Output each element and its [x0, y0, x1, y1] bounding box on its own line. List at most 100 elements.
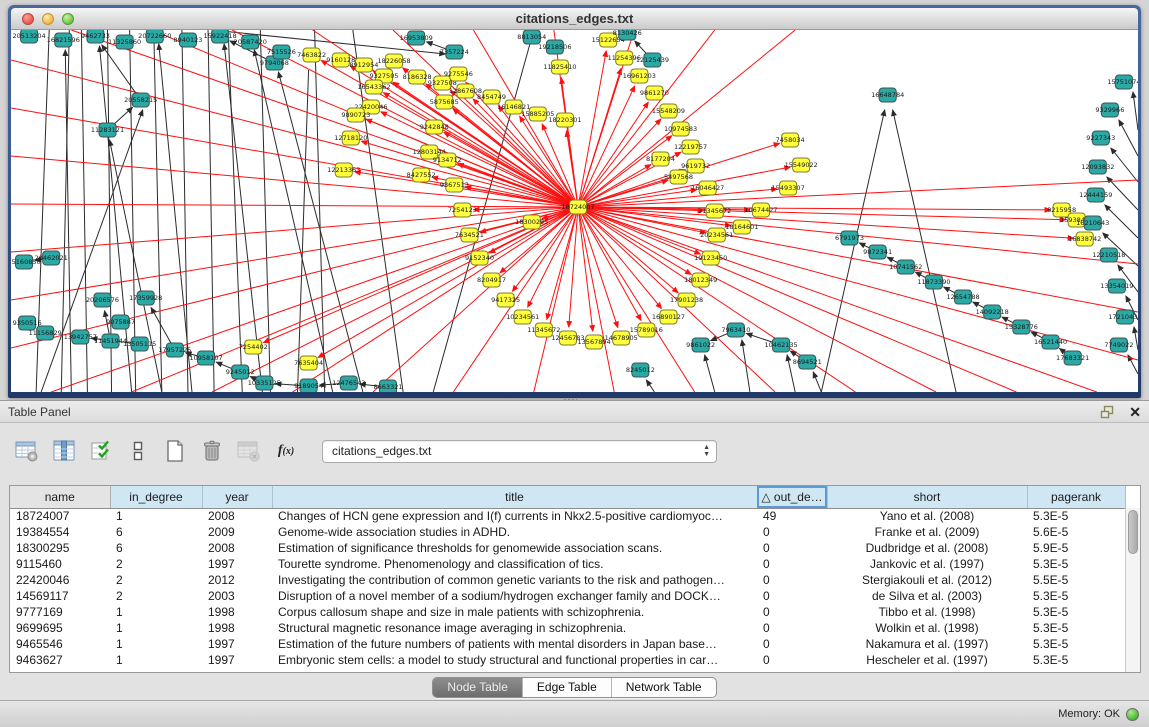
table-cell[interactable]: 22420046: [10, 572, 110, 588]
graph-node-yellow[interactable]: 10234561: [506, 310, 539, 324]
graph-node-yellow[interactable]: 7634521: [455, 228, 484, 242]
graph-node-teal[interactable]: 9462733: [81, 30, 110, 43]
graph-node-teal[interactable]: 12654788: [946, 290, 979, 304]
table-row[interactable]: 2242004622012Investigating the contribut…: [10, 572, 1125, 588]
graph-node-yellow[interactable]: 10674427: [744, 203, 777, 217]
graph-node-teal[interactable]: 16953809: [400, 31, 433, 45]
table-cell[interactable]: 1: [110, 652, 202, 668]
table-select-dropdown[interactable]: citations_edges.txt ▲▼: [322, 440, 717, 463]
graph-node-teal[interactable]: 17957225: [158, 343, 191, 357]
graph-node-yellow[interactable]: 8177204: [646, 152, 675, 166]
graph-node-yellow[interactable]: 17901238: [670, 293, 703, 307]
table-cell[interactable]: 5.3E-5: [1027, 556, 1125, 572]
table-row[interactable]: 969969511998Structural magnetic resonanc…: [10, 620, 1125, 636]
column-header-pagerank[interactable]: pagerank: [1027, 486, 1125, 508]
graph-node-teal[interactable]: 12444159: [1079, 188, 1112, 202]
table-cell[interactable]: 2: [110, 556, 202, 572]
create-column-icon[interactable]: [162, 438, 188, 464]
table-cell[interactable]: 0: [757, 540, 827, 556]
graph-node-yellow[interactable]: 15549022: [785, 158, 818, 172]
graph-node-teal[interactable]: 8813054: [517, 30, 546, 44]
graph-node-yellow[interactable]: 9417325: [491, 293, 520, 307]
graph-node-teal[interactable]: 20587420: [234, 35, 267, 49]
table-cell[interactable]: 5.3E-5: [1027, 508, 1125, 524]
table-cell[interactable]: 18724007: [10, 508, 110, 524]
table-cell[interactable]: 2: [110, 572, 202, 588]
table-cell[interactable]: 9465546: [10, 636, 110, 652]
graph-node-yellow[interactable]: 16046427: [691, 181, 724, 195]
tab-node-table[interactable]: Node Table: [433, 678, 522, 697]
network-window-titlebar[interactable]: citations_edges.txt: [11, 8, 1138, 30]
table-row[interactable]: 1872400712008Changes of HCN gene express…: [10, 508, 1125, 524]
memory-status-indicator[interactable]: [1126, 708, 1139, 721]
table-cell[interactable]: Franke et al. (2009): [827, 524, 1027, 540]
table-cell[interactable]: 1: [110, 620, 202, 636]
network-canvas[interactable]: 7463822916012889129541822605893275058186…: [11, 30, 1138, 392]
table-cell[interactable]: 5.5E-5: [1027, 572, 1125, 588]
table-cell[interactable]: 1: [110, 508, 202, 524]
table-cell[interactable]: Wolkin et al. (1998): [827, 620, 1027, 636]
column-header-name[interactable]: name: [10, 486, 110, 508]
graph-node-yellow[interactable]: 8204917: [477, 273, 506, 287]
graph-node-teal[interactable]: 17683321: [1056, 351, 1089, 365]
graph-node-teal[interactable]: 12476543: [332, 376, 365, 390]
graph-node-teal[interactable]: 10335125: [248, 376, 281, 390]
graph-node-yellow[interactable]: 7458034: [776, 133, 805, 147]
column-header-title[interactable]: title: [272, 486, 757, 508]
graph-node-teal[interactable]: 12093832: [1081, 160, 1114, 174]
graph-node-teal[interactable]: 11325860: [108, 35, 141, 49]
graph-node-yellow[interactable]: 19123450: [694, 251, 727, 265]
graph-node-teal[interactable]: 8940123: [173, 33, 202, 47]
table-row[interactable]: 911546021997Tourette syndrome. Phenomeno…: [10, 556, 1125, 572]
graph-node-yellow[interactable]: 8427552: [407, 168, 436, 182]
table-cell[interactable]: 1: [110, 636, 202, 652]
table-cell[interactable]: 1997: [202, 636, 272, 652]
table-cell[interactable]: 5.3E-5: [1027, 636, 1125, 652]
graph-node-teal[interactable]: 7963410: [721, 323, 750, 337]
tab-edge-table[interactable]: Edge Table: [522, 678, 611, 697]
table-cell[interactable]: 0: [757, 652, 827, 668]
table-cell[interactable]: 0: [757, 556, 827, 572]
graph-node-yellow[interactable]: 7254402: [239, 340, 268, 354]
function-builder-icon[interactable]: f(x): [273, 438, 299, 464]
graph-node-yellow[interactable]: 18226058: [377, 54, 410, 68]
table-cell[interactable]: Tibbo et al. (1998): [827, 604, 1027, 620]
table-cell[interactable]: Structural magnetic resonance image aver…: [272, 620, 757, 636]
column-header-short[interactable]: short: [827, 486, 1027, 508]
table-cell[interactable]: Hescheler et al. (1997): [827, 652, 1027, 668]
table-cell[interactable]: 2008: [202, 508, 272, 524]
graph-node-teal[interactable]: 13354019: [1100, 279, 1133, 293]
table-cell[interactable]: Stergiakouli et al. (2012): [827, 572, 1027, 588]
graph-node-teal[interactable]: 12125439: [636, 53, 669, 67]
graph-node-yellow[interactable]: 9861270: [640, 86, 669, 100]
table-cell[interactable]: Investigating the contribution of common…: [272, 572, 757, 588]
graph-node-yellow[interactable]: 11825410: [543, 60, 576, 74]
graph-node-yellow[interactable]: 8454749: [477, 90, 506, 104]
table-cell[interactable]: 5.3E-5: [1027, 620, 1125, 636]
table-row[interactable]: 977716911998Corpus callosum shape and si…: [10, 604, 1125, 620]
table-cell[interactable]: 9463627: [10, 652, 110, 668]
delete-table-icon[interactable]: [236, 438, 262, 464]
graph-node-teal[interactable]: 16210643: [1076, 216, 1109, 230]
graph-node-yellow[interactable]: 16890127: [652, 310, 685, 324]
column-header-in_degree[interactable]: in_degree: [110, 486, 202, 508]
graph-node-yellow[interactable]: 7463822: [297, 48, 326, 62]
graph-node-yellow[interactable]: 18012349: [684, 273, 717, 287]
table-cell[interactable]: Changes of HCN gene expression and I(f) …: [272, 508, 757, 524]
graph-node-yellow[interactable]: 12213363: [327, 163, 360, 177]
graph-node-teal[interactable]: 16521440: [1034, 335, 1067, 349]
table-cell[interactable]: 0: [757, 588, 827, 604]
table-cell[interactable]: 0: [757, 620, 827, 636]
table-cell[interactable]: 18300295: [10, 540, 110, 556]
table-cell[interactable]: 9115460: [10, 556, 110, 572]
table-cell[interactable]: 0: [757, 524, 827, 540]
tab-network-table[interactable]: Network Table: [611, 678, 716, 697]
table-cell[interactable]: 5.3E-5: [1027, 652, 1125, 668]
zoom-window-button[interactable]: [62, 13, 74, 25]
column-header-out_de[interactable]: △ out_de…: [757, 486, 827, 508]
table-cell[interactable]: Disruption of a novel member of a sodium…: [272, 588, 757, 604]
minimize-window-button[interactable]: [42, 13, 54, 25]
table-cell[interactable]: 5.3E-5: [1027, 588, 1125, 604]
table-cell[interactable]: 2012: [202, 572, 272, 588]
table-cell[interactable]: 2008: [202, 540, 272, 556]
